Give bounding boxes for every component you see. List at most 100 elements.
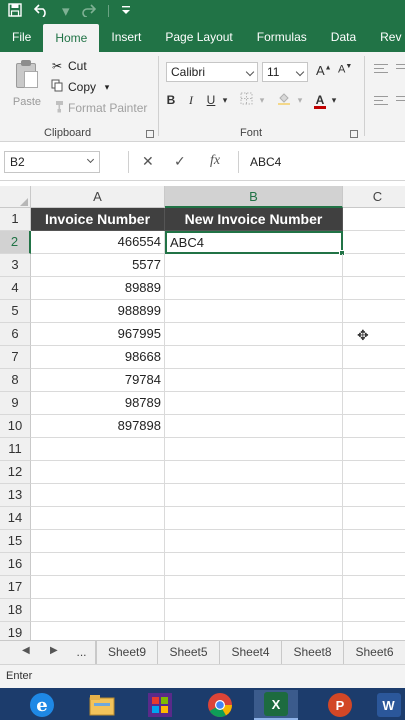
tab-data[interactable]: Data	[319, 22, 368, 52]
clipboard-launcher-icon[interactable]	[146, 130, 154, 138]
borders-dropdown-icon[interactable]: ▾	[257, 95, 267, 106]
cell-c[interactable]	[343, 346, 405, 369]
undo-icon[interactable]	[33, 3, 50, 20]
cell-c[interactable]	[343, 461, 405, 484]
tab-formulas[interactable]: Formulas	[245, 22, 319, 52]
sheet-tab-sheet9[interactable]: Sheet9	[96, 641, 158, 664]
cell-a[interactable]	[31, 461, 165, 484]
cell-b[interactable]	[165, 369, 343, 392]
tab-insert[interactable]: Insert	[99, 22, 153, 52]
save-icon[interactable]	[8, 2, 22, 20]
cell-a[interactable]	[31, 553, 165, 576]
underline-button[interactable]: U	[206, 93, 216, 107]
bold-button[interactable]: B	[166, 93, 176, 107]
column-header-b[interactable]: B	[165, 186, 343, 208]
cancel-entry-button[interactable]: ✕	[142, 153, 154, 170]
cell-b[interactable]	[165, 484, 343, 507]
sheet-tab-sheet4[interactable]: Sheet4	[220, 641, 282, 664]
row-header[interactable]: 3	[0, 254, 31, 277]
column-header-c[interactable]: C	[343, 186, 405, 208]
align-middle-icon[interactable]	[396, 64, 405, 72]
tab-file[interactable]: File	[0, 22, 43, 52]
sheet-tab-sheet5[interactable]: Sheet5	[158, 641, 220, 664]
cell-a[interactable]: 988899	[31, 300, 165, 323]
cell-b[interactable]	[165, 415, 343, 438]
font-color-button[interactable]: A	[314, 93, 326, 109]
cell-b[interactable]	[165, 622, 343, 640]
cell-c[interactable]	[343, 530, 405, 553]
confirm-entry-button[interactable]: ✓	[174, 153, 186, 170]
next-sheet-icon[interactable]: ▶	[50, 645, 58, 656]
grow-font-button[interactable]: A▲	[316, 63, 332, 78]
chrome-icon[interactable]	[198, 690, 242, 720]
align-top-icon[interactable]	[374, 64, 388, 76]
row-header[interactable]: 6	[0, 323, 31, 346]
cell-b[interactable]	[165, 530, 343, 553]
shrink-font-button[interactable]: A▼	[338, 63, 352, 76]
formula-input[interactable]: ABC4	[250, 155, 281, 169]
cell-a[interactable]: 5577	[31, 254, 165, 277]
explorer-icon[interactable]	[80, 690, 124, 720]
redo-icon[interactable]	[81, 3, 96, 20]
row-header[interactable]: 9	[0, 392, 31, 415]
sheet-tab-sheet8[interactable]: Sheet8	[282, 641, 344, 664]
cell-b[interactable]	[165, 277, 343, 300]
fill-color-icon[interactable]	[277, 92, 291, 108]
cell-a[interactable]: 79784	[31, 369, 165, 392]
cell-a[interactable]	[31, 622, 165, 640]
name-box[interactable]: B2	[4, 151, 100, 173]
cell-c[interactable]	[343, 277, 405, 300]
insert-function-button[interactable]: fx	[210, 153, 220, 169]
powerpoint-icon[interactable]: P	[318, 690, 362, 720]
cell-c[interactable]	[343, 323, 405, 346]
font-launcher-icon[interactable]	[350, 130, 358, 138]
tab-home[interactable]: Home	[43, 24, 100, 52]
cell-b[interactable]	[165, 599, 343, 622]
cell-b[interactable]	[165, 553, 343, 576]
font-name-select[interactable]: Calibri	[166, 62, 258, 82]
cell-b[interactable]	[165, 346, 343, 369]
cell-c[interactable]	[343, 576, 405, 599]
row-header[interactable]: 12	[0, 461, 31, 484]
tab-page-layout[interactable]: Page Layout	[153, 22, 244, 52]
row-header[interactable]: 16	[0, 553, 31, 576]
cell-c[interactable]	[343, 553, 405, 576]
underline-dropdown-icon[interactable]: ▾	[220, 95, 230, 106]
format-painter-button[interactable]: Format Painter	[50, 98, 147, 118]
cell-c[interactable]	[343, 300, 405, 323]
cell-a[interactable]: 98668	[31, 346, 165, 369]
undo-dropdown-icon[interactable]: ▾	[62, 4, 70, 19]
cell-a[interactable]	[31, 484, 165, 507]
word-icon[interactable]: W	[372, 690, 405, 720]
borders-icon[interactable]	[240, 92, 253, 108]
cell-c[interactable]	[343, 599, 405, 622]
cell-b[interactable]	[165, 254, 343, 277]
font-color-dropdown-icon[interactable]: ▾	[329, 95, 339, 106]
cell-b[interactable]	[165, 438, 343, 461]
row-header[interactable]: 17	[0, 576, 31, 599]
cell-c[interactable]	[343, 622, 405, 640]
row-header[interactable]: 1	[0, 208, 31, 231]
cut-button[interactable]: ✂ Cut	[50, 56, 87, 76]
cell-c[interactable]	[343, 415, 405, 438]
cell-c[interactable]	[343, 254, 405, 277]
cell-c[interactable]	[343, 438, 405, 461]
tab-review[interactable]: Rev	[368, 22, 405, 52]
row-header[interactable]: 11	[0, 438, 31, 461]
customize-icon[interactable]	[121, 4, 131, 19]
row-header[interactable]: 18	[0, 599, 31, 622]
cell-c[interactable]	[343, 507, 405, 530]
cell-a[interactable]	[31, 507, 165, 530]
row-header[interactable]: 15	[0, 530, 31, 553]
row-header[interactable]: 7	[0, 346, 31, 369]
align-left-icon[interactable]	[374, 96, 388, 108]
cell-a[interactable]	[31, 438, 165, 461]
excel-icon[interactable]: X	[254, 690, 298, 720]
more-sheets-button[interactable]: ...	[68, 641, 96, 664]
cell-a[interactable]: 897898	[31, 415, 165, 438]
active-cell[interactable]: ABC4	[165, 231, 343, 254]
header-cell-invoice-number[interactable]: Invoice Number	[31, 208, 165, 231]
row-header[interactable]: 5	[0, 300, 31, 323]
cell-c[interactable]	[343, 392, 405, 415]
cell-a[interactable]	[31, 530, 165, 553]
